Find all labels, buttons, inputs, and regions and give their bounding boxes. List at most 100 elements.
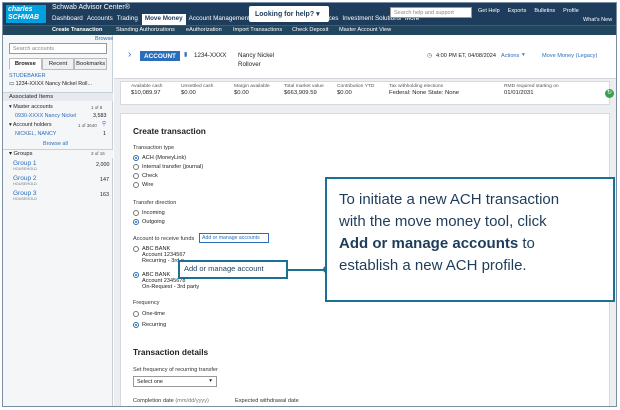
account-holder-count: 1 bbox=[103, 131, 106, 137]
radio-wire[interactable]: Wire bbox=[133, 182, 154, 188]
radio-icon bbox=[133, 210, 139, 216]
radio-selected-icon bbox=[133, 219, 139, 225]
chevron-down-icon: ▾ bbox=[209, 378, 212, 384]
help-search-input[interactable]: Search help and support bbox=[390, 7, 472, 18]
move-money-legacy-link[interactable]: Move Money (Legacy) bbox=[542, 53, 597, 59]
account-number: 1234-XXXX bbox=[194, 52, 227, 59]
withdrawal-date-label: Expected withdrawal date bbox=[235, 398, 299, 404]
subnav-eauthorization[interactable]: eAuthorization bbox=[186, 27, 222, 33]
nav-dashboard[interactable]: Dashboard bbox=[52, 14, 87, 25]
groups-count: 3 of 16 bbox=[91, 151, 105, 156]
group-3-link[interactable]: Group 3 bbox=[13, 190, 37, 197]
account-header: › ACCOUNT ▮ 1234-XXXX Nancy Nickel Rollo… bbox=[114, 35, 616, 79]
groups-label: Groups bbox=[13, 151, 33, 157]
tab-recent[interactable]: Recent bbox=[41, 58, 75, 70]
radio-label: Outgoing bbox=[142, 219, 165, 225]
summary-value: $0.00 bbox=[181, 90, 196, 96]
transaction-details-title: Transaction details bbox=[133, 347, 209, 357]
radio-icon bbox=[133, 173, 139, 179]
radio-incoming[interactable]: Incoming bbox=[133, 210, 165, 216]
client-name-link[interactable]: STUDEBAKER bbox=[9, 73, 46, 79]
master-account-link[interactable]: 0930-XXXX Nancy Nickel bbox=[15, 113, 76, 119]
actions-menu[interactable]: Actions bbox=[501, 53, 519, 59]
tab-browse[interactable]: Browse bbox=[9, 58, 42, 70]
exports-link[interactable]: Exports bbox=[508, 8, 527, 14]
tab-bookmarks[interactable]: Bookmarks bbox=[74, 58, 108, 70]
radio-icon bbox=[133, 246, 139, 252]
summary-label: Available cash bbox=[131, 84, 163, 89]
subnav-master-account-view[interactable]: Master Account View bbox=[339, 27, 391, 33]
subnav-import-transactions[interactable]: Import Transactions bbox=[233, 27, 282, 33]
radio-check[interactable]: Check bbox=[133, 173, 158, 179]
whats-new-link[interactable]: What's New bbox=[583, 17, 612, 23]
browse-all-link[interactable]: Browse all bbox=[43, 141, 68, 147]
bookmark-icon[interactable]: ▮ bbox=[184, 51, 187, 58]
summary-value: $0.00 bbox=[337, 90, 352, 96]
receive-funds-label: Account to receive funds bbox=[133, 236, 195, 242]
refresh-icon[interactable]: ↻ bbox=[605, 89, 614, 98]
account-holder-link[interactable]: NICKEL, NANCY bbox=[15, 131, 56, 137]
top-right-menu: Get Help Exports Bulletins Profile bbox=[478, 8, 587, 14]
top-header: charles SCHWAB Schwab Advisor Center® Da… bbox=[3, 3, 616, 25]
form-title: Create transaction bbox=[133, 126, 206, 136]
get-help-link[interactable]: Get Help bbox=[478, 8, 500, 14]
summary-value: Federal: None State: None bbox=[389, 90, 460, 96]
profile-link[interactable]: Profile bbox=[563, 8, 579, 14]
account-type: Rollover bbox=[238, 61, 261, 68]
account-holders-row[interactable]: ▾ Account holders bbox=[9, 122, 52, 128]
summary-available-cash: Available cash $10,089.97 bbox=[131, 84, 162, 96]
timestamp: 4:00 PM ET, 04/08/2024 bbox=[436, 53, 497, 59]
group-2-link[interactable]: Group 2 bbox=[13, 175, 37, 182]
summary-unsettled-cash: Unsettled cash $0.00 bbox=[181, 84, 213, 96]
summary-value: $10,089.97 bbox=[131, 90, 161, 96]
recurring-frequency-label: Set frequency of recurring transfer bbox=[133, 367, 218, 373]
associated-items-header: Associated Items bbox=[3, 92, 113, 101]
completion-date-hint: (mm/dd/yyyy) bbox=[175, 398, 209, 404]
nav-accounts[interactable]: Accounts bbox=[87, 14, 117, 25]
subnav-check-deposit[interactable]: Check Deposit bbox=[292, 27, 328, 33]
account-holders-label: Account holders bbox=[12, 122, 52, 128]
chevron-down-icon: ▾ bbox=[522, 52, 525, 58]
client-account-row[interactable]: ▭ 1234-XXXX Nancy Nickel Roll... bbox=[9, 81, 92, 87]
radio-internal-transfer[interactable]: Internal transfer (journal) bbox=[133, 164, 203, 170]
account-summary: Available cash $10,089.97 Unsettled cash $… bbox=[120, 81, 614, 105]
master-accounts-count: 1 of 8 bbox=[91, 105, 103, 110]
nav-account-management[interactable]: Account Management bbox=[189, 14, 254, 25]
radio-selected-icon bbox=[133, 155, 139, 161]
callout-line-4: establish a new ACH profile. bbox=[339, 257, 527, 274]
group-2-count: 147 bbox=[100, 177, 109, 183]
collapse-sidebar-icon[interactable]: › bbox=[128, 49, 131, 60]
radio-label: Check bbox=[142, 173, 158, 179]
summary-label: Margin available bbox=[234, 84, 270, 89]
callout-line-3-rest: to bbox=[518, 235, 535, 252]
add-or-manage-accounts-link[interactable]: Add or manage accounts bbox=[199, 233, 269, 243]
chevron-down-icon: ▾ bbox=[316, 11, 320, 18]
summary-label: Tax withholding elections bbox=[389, 84, 444, 89]
instruction-callout: To initiate a new ACH transaction with t… bbox=[325, 177, 615, 302]
bank-detail: On-Request - 3rd party bbox=[142, 284, 200, 290]
account-badge: ACCOUNT bbox=[140, 51, 180, 61]
completion-date-label: Completion date (mm/dd/yyyy) bbox=[133, 398, 209, 404]
radio-ach[interactable]: ACH (MoneyLink) bbox=[133, 155, 186, 161]
sidebar-browse-link[interactable]: Browse bbox=[95, 36, 113, 42]
search-icon[interactable]: ⚲ bbox=[102, 121, 106, 127]
master-accounts-row[interactable]: ▾ Master accounts bbox=[9, 104, 53, 110]
master-account-value: 3,583 bbox=[93, 113, 107, 119]
radio-one-time[interactable]: One-time bbox=[133, 311, 165, 317]
nav-trading[interactable]: Trading bbox=[117, 14, 142, 25]
radio-recurring[interactable]: Recurring bbox=[133, 322, 166, 328]
callout-line-3: Add or manage accounts to bbox=[339, 233, 603, 255]
nav-move-money[interactable]: Move Money bbox=[141, 14, 186, 25]
summary-value: $663,909.59 bbox=[284, 90, 317, 96]
radio-outgoing[interactable]: Outgoing bbox=[133, 219, 165, 225]
bulletins-link[interactable]: Bulletins bbox=[534, 8, 555, 14]
subnav-standing-authorizations[interactable]: Standing Authorizations bbox=[116, 27, 175, 33]
summary-value: $0.00 bbox=[234, 90, 249, 96]
group-1-link[interactable]: Group 1 bbox=[13, 160, 37, 167]
subnav-create-transaction[interactable]: Create Transaction bbox=[52, 27, 102, 33]
account-owner: Nancy Nickel bbox=[238, 52, 275, 59]
help-button[interactable]: Looking for help? ▾ bbox=[249, 6, 329, 22]
frequency-select[interactable]: Select one ▾ bbox=[133, 376, 217, 387]
summary-margin-available: Margin available $0.00 bbox=[234, 84, 270, 96]
account-search-input[interactable]: Search accounts bbox=[9, 43, 107, 54]
